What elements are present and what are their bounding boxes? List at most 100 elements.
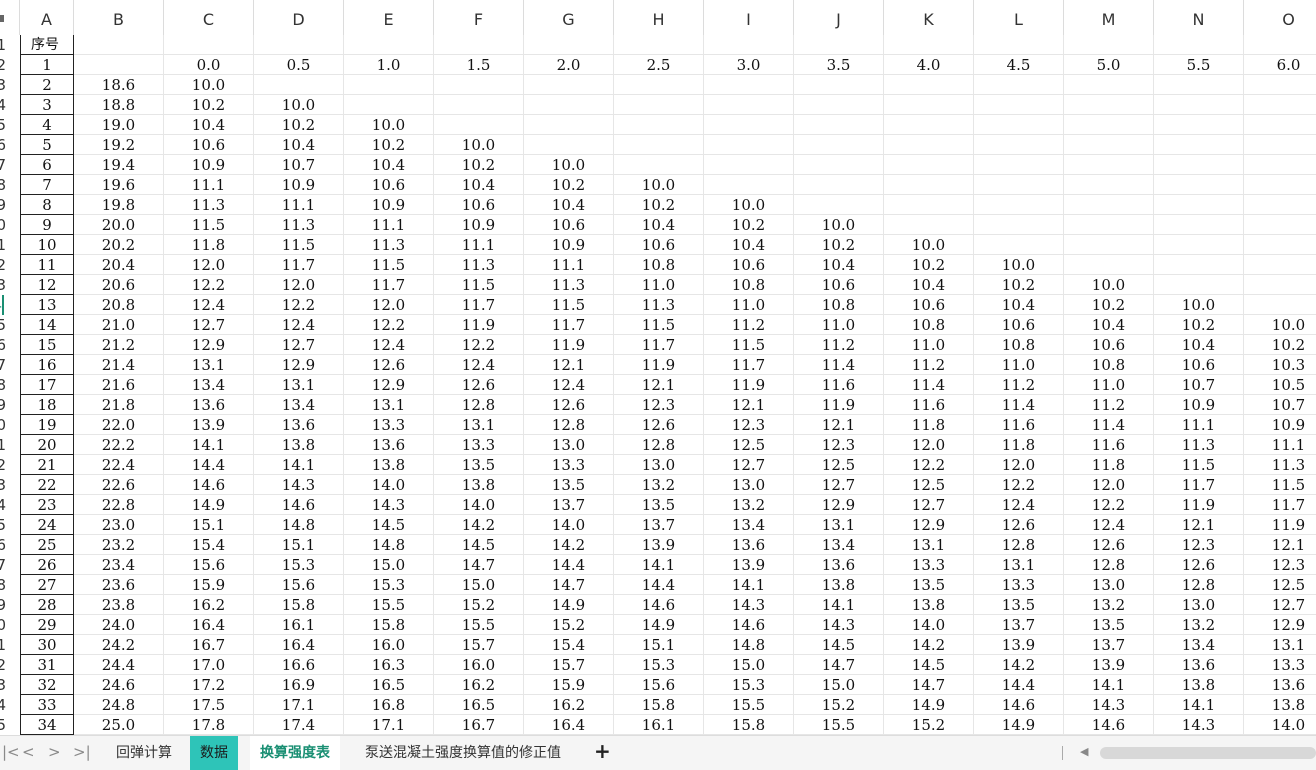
table-cell[interactable]: 12.0 xyxy=(1064,475,1154,495)
table-cell[interactable]: 10.0 xyxy=(1154,295,1244,315)
table-cell[interactable]: 11.3 xyxy=(1154,435,1244,455)
table-cell[interactable] xyxy=(974,35,1064,55)
table-cell[interactable]: 10.7 xyxy=(1244,395,1316,415)
table-cell[interactable]: 20.8 xyxy=(74,295,164,315)
first-sheet-icon[interactable]: |< xyxy=(2,743,20,761)
table-cell[interactable]: 10.2 xyxy=(1064,295,1154,315)
table-cell[interactable]: 12.4 xyxy=(974,495,1064,515)
table-cell[interactable]: 12.6 xyxy=(1154,555,1244,575)
table-cell[interactable] xyxy=(74,55,164,75)
table-cell[interactable]: 13.9 xyxy=(614,535,704,555)
table-cell[interactable]: 10.0 xyxy=(974,255,1064,275)
table-cell[interactable]: 12.7 xyxy=(884,495,974,515)
table-cell[interactable]: 15.7 xyxy=(434,635,524,655)
table-cell[interactable]: 10.0 xyxy=(1064,275,1154,295)
table-cell[interactable]: 20.4 xyxy=(74,255,164,275)
table-cell[interactable]: 11.1 xyxy=(1154,415,1244,435)
column-header-l[interactable]: L xyxy=(974,0,1064,35)
index-cell[interactable]: 30 xyxy=(20,635,74,655)
table-cell[interactable]: 13.6 xyxy=(254,415,344,435)
table-cell[interactable]: 15.7 xyxy=(524,655,614,675)
table-cell[interactable]: 18.8 xyxy=(74,95,164,115)
column-header-e[interactable]: E xyxy=(344,0,434,35)
table-cell[interactable]: 12.1 xyxy=(1244,535,1316,555)
table-cell[interactable]: 14.3 xyxy=(1064,695,1154,715)
tab-data[interactable]: 数据 xyxy=(190,736,238,770)
table-cell[interactable]: 10.0 xyxy=(614,175,704,195)
index-cell[interactable]: 5 xyxy=(20,135,74,155)
table-cell[interactable]: 11.2 xyxy=(884,355,974,375)
table-cell[interactable]: 13.6 xyxy=(704,535,794,555)
column-header-d[interactable]: D xyxy=(254,0,344,35)
table-cell[interactable]: 24.8 xyxy=(74,695,164,715)
table-cell[interactable]: 15.5 xyxy=(704,695,794,715)
table-cell[interactable] xyxy=(704,35,794,55)
table-cell[interactable]: 16.4 xyxy=(164,615,254,635)
table-cell[interactable] xyxy=(1154,215,1244,235)
table-cell[interactable]: 2.0 xyxy=(524,55,614,75)
table-cell[interactable]: 10.2 xyxy=(1244,335,1316,355)
table-cell[interactable]: 14.3 xyxy=(254,475,344,495)
table-cell[interactable]: 11.5 xyxy=(164,215,254,235)
table-cell[interactable]: 13.9 xyxy=(704,555,794,575)
table-cell[interactable]: 17.0 xyxy=(164,655,254,675)
table-cell[interactable]: 10.4 xyxy=(254,135,344,155)
table-cell[interactable] xyxy=(1244,135,1316,155)
table-cell[interactable]: 5.0 xyxy=(1064,55,1154,75)
table-cell[interactable] xyxy=(974,75,1064,95)
table-cell[interactable] xyxy=(1154,195,1244,215)
table-cell[interactable]: 11.3 xyxy=(254,215,344,235)
table-cell[interactable]: 19.8 xyxy=(74,195,164,215)
table-cell[interactable] xyxy=(1064,115,1154,135)
table-cell[interactable]: 11.3 xyxy=(614,295,704,315)
table-cell[interactable]: 11.2 xyxy=(794,335,884,355)
row-header-18[interactable]: 18 xyxy=(0,375,6,395)
table-cell[interactable] xyxy=(794,35,884,55)
table-cell[interactable] xyxy=(254,75,344,95)
table-cell[interactable]: 10.6 xyxy=(524,215,614,235)
table-cell[interactable]: 19.6 xyxy=(74,175,164,195)
table-cell[interactable]: 11.3 xyxy=(164,195,254,215)
row-header-17[interactable]: 17 xyxy=(0,355,6,375)
table-cell[interactable]: 16.9 xyxy=(254,675,344,695)
table-cell[interactable]: 13.1 xyxy=(974,555,1064,575)
column-header-h[interactable]: H xyxy=(614,0,704,35)
index-cell[interactable]: 24 xyxy=(20,515,74,535)
table-cell[interactable]: 10.2 xyxy=(254,115,344,135)
table-cell[interactable]: 10.4 xyxy=(164,115,254,135)
table-cell[interactable]: 13.1 xyxy=(884,535,974,555)
column-header-j[interactable]: J xyxy=(794,0,884,35)
table-cell[interactable]: 11.0 xyxy=(704,295,794,315)
table-cell[interactable]: 16.8 xyxy=(344,695,434,715)
table-cell[interactable]: 15.0 xyxy=(344,555,434,575)
index-cell[interactable]: 34 xyxy=(20,715,74,735)
table-cell[interactable]: 17.8 xyxy=(164,715,254,735)
table-cell[interactable]: 13.6 xyxy=(1154,655,1244,675)
table-cell[interactable]: 16.3 xyxy=(344,655,434,675)
table-cell[interactable]: 14.2 xyxy=(524,535,614,555)
table-cell[interactable]: 3.0 xyxy=(704,55,794,75)
table-cell[interactable]: 11.4 xyxy=(974,395,1064,415)
table-cell[interactable]: 12.8 xyxy=(1064,555,1154,575)
table-cell[interactable]: 10.7 xyxy=(254,155,344,175)
table-cell[interactable]: 14.6 xyxy=(164,475,254,495)
table-cell[interactable]: 10.6 xyxy=(1064,335,1154,355)
index-cell[interactable]: 1 xyxy=(20,55,74,75)
table-cell[interactable]: 15.1 xyxy=(164,515,254,535)
table-cell[interactable]: 10.4 xyxy=(884,275,974,295)
table-cell[interactable]: 10.8 xyxy=(614,255,704,275)
table-cell[interactable]: 13.2 xyxy=(704,495,794,515)
table-cell[interactable]: 24.0 xyxy=(74,615,164,635)
table-cell[interactable]: 15.2 xyxy=(434,595,524,615)
table-cell[interactable]: 12.8 xyxy=(614,435,704,455)
table-cell[interactable]: 24.4 xyxy=(74,655,164,675)
table-cell[interactable]: 12.9 xyxy=(164,335,254,355)
table-cell[interactable]: 13.0 xyxy=(704,475,794,495)
table-cell[interactable]: 12.0 xyxy=(344,295,434,315)
table-cell[interactable]: 19.4 xyxy=(74,155,164,175)
table-cell[interactable]: 12.5 xyxy=(704,435,794,455)
row-header-20[interactable]: 20 xyxy=(0,415,6,435)
table-cell[interactable] xyxy=(1154,155,1244,175)
table-cell[interactable]: 10.4 xyxy=(974,295,1064,315)
index-cell[interactable]: 18 xyxy=(20,395,74,415)
